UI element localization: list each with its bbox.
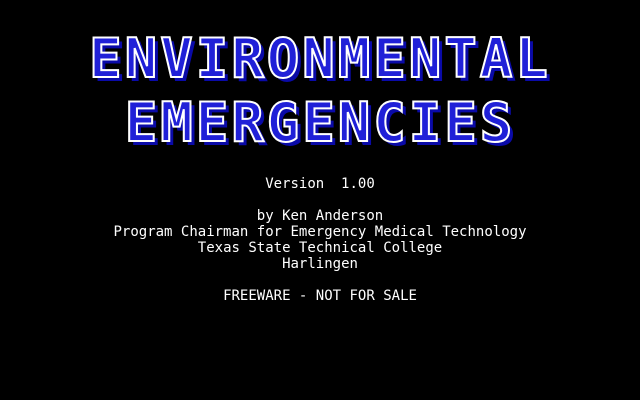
- version-text: Version 1.00: [265, 176, 375, 192]
- game-title-line-2: EMERGENCIES: [124, 90, 516, 155]
- license-notice: FREEWARE - NOT FOR SALE: [223, 288, 417, 304]
- institution-location: Harlingen: [282, 256, 358, 272]
- author-title: Program Chairman for Emergency Medical T…: [113, 224, 527, 240]
- game-title-line-1: ENVIRONMENTAL: [88, 26, 551, 91]
- author-credit: by Ken Anderson: [256, 208, 384, 224]
- title-screen: ENVIRONMENTAL EMERGENCIES Version 1.00 b…: [0, 0, 640, 400]
- institution-name: Texas State Technical College: [197, 240, 443, 256]
